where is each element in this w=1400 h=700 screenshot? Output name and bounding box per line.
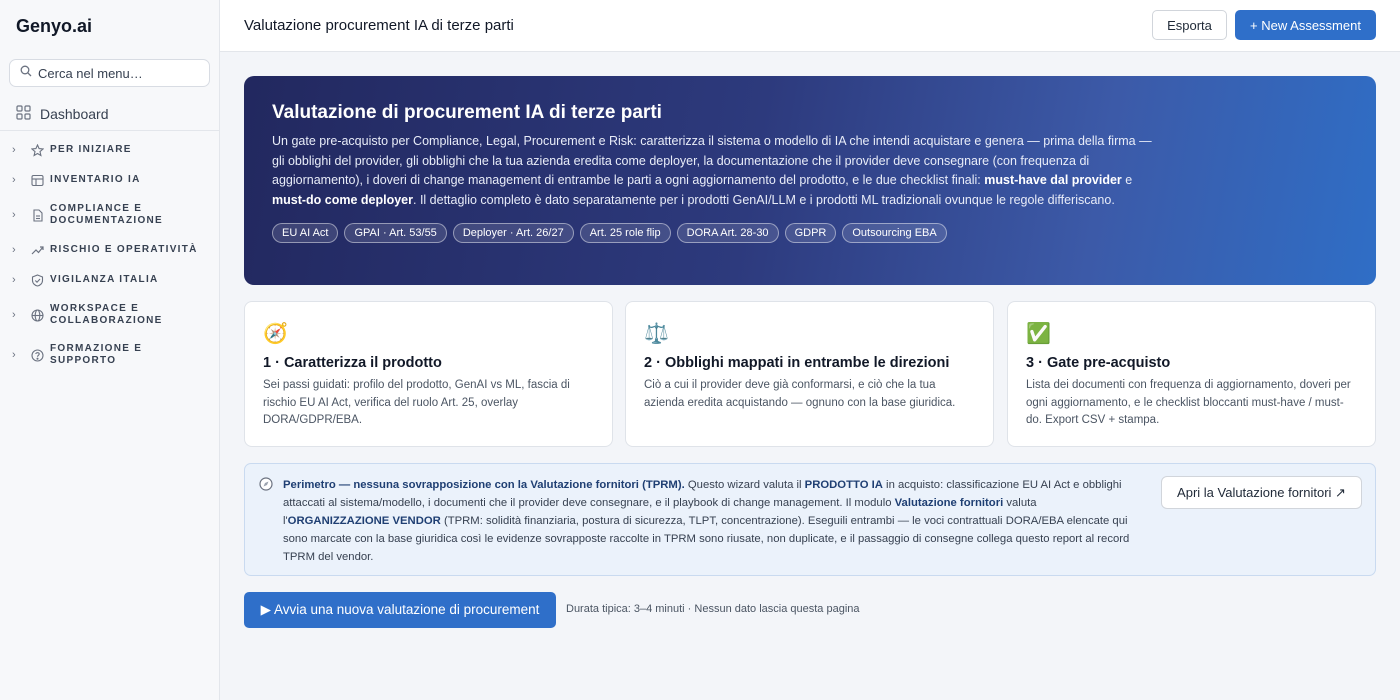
compass-icon: 🧭 bbox=[263, 323, 288, 345]
hero-title: Valutazione di procurement IA di terze p… bbox=[272, 102, 662, 123]
menu-search[interactable] bbox=[9, 59, 210, 87]
start-procurement-assessment-button[interactable]: ▶ Avvia una nuova valutazione di procure… bbox=[244, 592, 556, 628]
tag-gpai: GPAI · Art. 53/55 bbox=[344, 223, 447, 243]
top-header: Valutazione procurement IA di terze part… bbox=[220, 0, 1400, 52]
open-vendor-assessment-button[interactable]: Apri la Valutazione fornitori ↗ bbox=[1161, 476, 1362, 509]
table-icon bbox=[24, 174, 50, 187]
card-description: Lista dei documenti con frequenza di agg… bbox=[1026, 379, 1351, 426]
sidebar-section-per-iniziare[interactable]: › PER INIZIARE bbox=[0, 135, 219, 165]
trend-icon bbox=[24, 244, 50, 257]
scope-description: Perimetro — nessuna sovrapposizione con … bbox=[283, 479, 1130, 563]
card-description: Sei passi guidati: profilo del prodotto,… bbox=[263, 379, 570, 426]
tag-eu-ai-act: EU AI Act bbox=[272, 223, 339, 243]
grid-icon bbox=[16, 104, 31, 123]
card-title: 2 · Obblighi mappati in entrambe le dire… bbox=[644, 355, 950, 371]
sidebar: Genyo.ai Dashboard › PER INIZIARE › INVE… bbox=[0, 0, 220, 700]
tag-art-25: Art. 25 role flip bbox=[579, 223, 671, 243]
new-assessment-button[interactable]: + New Assessment bbox=[1235, 10, 1376, 40]
card-title: 1 · Caratterizza il prodotto bbox=[263, 355, 442, 371]
help-icon bbox=[24, 348, 50, 362]
compass-icon bbox=[259, 476, 283, 563]
scales-icon: ⚖️ bbox=[644, 323, 669, 345]
chevron-right-icon: › bbox=[12, 349, 16, 361]
step-card-gate: ✅ 3 · Gate pre-acquisto Lista dei docume… bbox=[1007, 301, 1376, 447]
tag-deployer: Deployer · Art. 26/27 bbox=[452, 223, 574, 243]
chevron-right-icon: › bbox=[12, 244, 16, 256]
star-icon bbox=[24, 143, 50, 157]
search-input[interactable] bbox=[38, 65, 198, 81]
step-card-characterize: 🧭 1 · Caratterizza il prodotto Sei passi… bbox=[244, 301, 613, 447]
regulation-tags: EU AI Act GPAI · Art. 53/55 Deployer · A… bbox=[272, 223, 1348, 243]
tag-dora: DORA Art. 28-30 bbox=[676, 223, 779, 243]
sidebar-nav: › PER INIZIARE › INVENTARIO IA › COMPLIA… bbox=[0, 131, 219, 375]
sidebar-section-compliance[interactable]: › COMPLIANCE E DOCUMENTAZIONE bbox=[0, 195, 219, 235]
hero-description: Un gate pre-acquisto per Compliance, Leg… bbox=[272, 134, 1152, 207]
page-title: Valutazione procurement IA di terze part… bbox=[244, 17, 514, 34]
document-icon bbox=[24, 208, 50, 222]
check-icon: ✅ bbox=[1026, 323, 1051, 345]
hero-banner: Valutazione di procurement IA di terze p… bbox=[244, 76, 1376, 285]
sidebar-section-rischio[interactable]: › RISCHIO E OPERATIVITÀ bbox=[0, 235, 219, 265]
tag-outsourcing-eba: Outsourcing EBA bbox=[842, 223, 947, 243]
chevron-right-icon: › bbox=[12, 274, 16, 286]
chevron-right-icon: › bbox=[12, 209, 16, 221]
globe-icon bbox=[24, 308, 50, 322]
sidebar-section-inventario-ia[interactable]: › INVENTARIO IA bbox=[0, 165, 219, 195]
duration-note: Durata tipica: 3–4 minuti · Nessun dato … bbox=[566, 603, 860, 615]
shield-icon bbox=[24, 273, 50, 287]
scope-info-box: Perimetro — nessuna sovrapposizione con … bbox=[244, 463, 1376, 576]
step-card-obligations: ⚖️ 2 · Obblighi mappati in entrambe le d… bbox=[625, 301, 994, 447]
sidebar-item-dashboard[interactable]: Dashboard bbox=[0, 97, 219, 131]
sidebar-section-formazione[interactable]: › FORMAZIONE E SUPPORTO bbox=[0, 335, 219, 375]
card-description: Ciò a cui il provider deve già conformar… bbox=[644, 379, 956, 409]
sidebar-section-workspace[interactable]: › WORKSPACE E COLLABORAZIONE bbox=[0, 295, 219, 335]
chevron-right-icon: › bbox=[12, 144, 16, 156]
sidebar-section-vigilanza[interactable]: › VIGILANZA ITALIA bbox=[0, 265, 219, 295]
chevron-right-icon: › bbox=[12, 174, 16, 186]
brand-logo[interactable]: Genyo.ai bbox=[0, 0, 219, 52]
sidebar-item-label: Dashboard bbox=[40, 105, 109, 122]
card-title: 3 · Gate pre-acquisto bbox=[1026, 355, 1171, 371]
search-icon bbox=[20, 64, 32, 82]
tag-gdpr: GDPR bbox=[784, 223, 837, 243]
chevron-right-icon: › bbox=[12, 309, 16, 321]
export-button[interactable]: Esporta bbox=[1152, 10, 1227, 40]
